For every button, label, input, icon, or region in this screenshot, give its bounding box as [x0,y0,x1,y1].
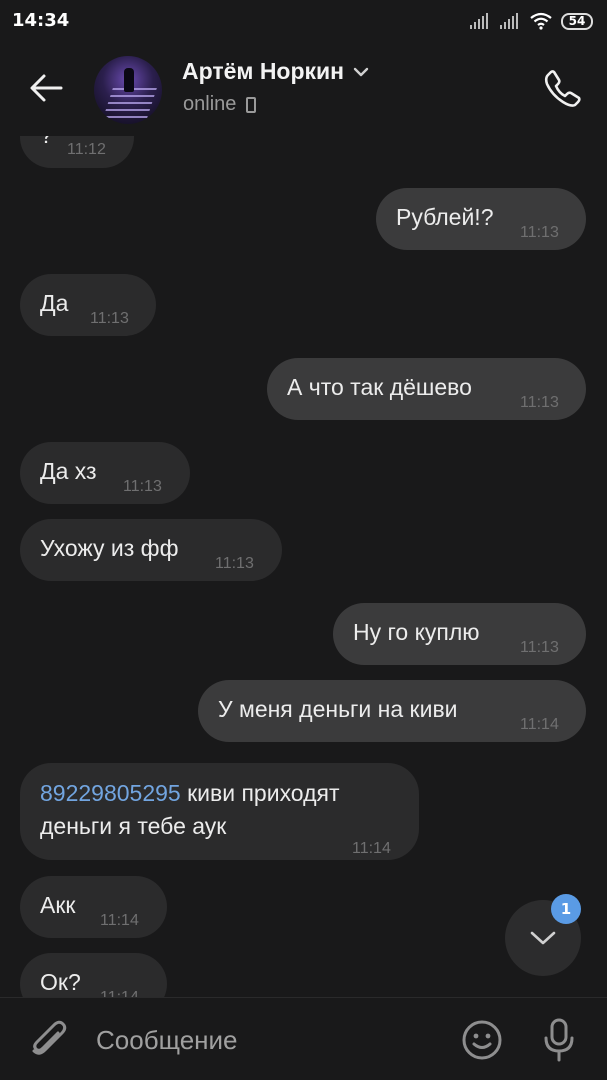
message-text: ? [40,136,53,149]
message-text: У меня деньги на киви [218,696,458,722]
message-text: А что так дёшево [287,374,472,400]
message-incoming[interactable]: Да 11:13 [20,274,156,336]
message-time: 11:14 [100,989,139,997]
online-status: online [183,93,237,115]
signal-icon [470,13,488,29]
message-incoming[interactable]: Акк 11:14 [20,876,167,938]
message-text: Ну го куплю [353,619,480,645]
contact-name[interactable]: Артём Норкин [182,58,370,85]
status-icons: 54 [469,10,593,32]
message-incoming[interactable]: ? 11:12 [20,136,134,168]
status-time: 14:34 [12,10,70,31]
message-text: Да хз [40,458,97,484]
paperclip-icon [32,1020,67,1055]
battery-level: 54 [568,14,586,28]
microphone-icon [544,1018,574,1062]
message-composer [0,997,607,1080]
contact-status: online [183,93,257,116]
message-time: 11:13 [90,310,129,327]
microphone-button[interactable] [537,1016,581,1064]
message-incoming[interactable]: 89229805295 киви приходят деньги я тебе … [20,763,419,860]
attach-button[interactable] [26,1018,70,1062]
chevron-down-icon [353,67,369,76]
message-text: Рублей!? [396,204,494,230]
mobile-device-icon [246,96,257,113]
message-outgoing[interactable]: У меня деньги на киви 11:14 [198,680,586,742]
message-time: 11:12 [67,141,106,158]
phone-number-link[interactable]: 89229805295 [40,780,181,806]
message-time: 11:13 [520,394,559,411]
message-text: Ок? [40,969,81,995]
message-incoming[interactable]: Да хз 11:13 [20,442,190,504]
message-text: Ухожу из фф [40,535,179,561]
status-bar: 14:34 54 [0,0,607,40]
avatar-image [103,88,157,118]
message-outgoing[interactable]: Рублей!? 11:13 [376,188,586,250]
message-time: 11:13 [520,639,559,656]
avatar[interactable] [94,56,162,124]
chat-header: Артём Норкин online [0,40,607,136]
chevron-down-icon [530,931,556,945]
unread-badge: 1 [551,894,581,924]
wifi-icon [530,12,552,30]
signal-icon [500,13,518,29]
message-time: 11:14 [520,716,559,733]
emoji-button[interactable] [460,1018,504,1062]
battery-icon: 54 [561,12,593,30]
message-time: 11:13 [520,224,559,241]
message-time: 11:13 [123,478,162,495]
phone-icon [544,70,581,107]
smiley-icon [462,1020,502,1060]
message-input[interactable] [96,1020,436,1060]
avatar-figure [124,68,134,92]
message-incoming[interactable]: Ок? 11:14 [20,953,167,997]
message-time: 11:14 [352,840,391,857]
message-time: 11:14 [100,912,139,929]
arrow-left-icon [30,74,63,102]
message-text: Да [40,290,69,316]
message-outgoing[interactable]: Ну го куплю 11:13 [333,603,586,665]
message-time: 11:13 [215,555,254,572]
contact-name-text: Артём Норкин [182,58,345,84]
message-text: Акк [40,892,76,918]
message-outgoing[interactable]: А что так дёшево 11:13 [267,358,586,420]
call-button[interactable] [541,66,585,110]
back-button[interactable] [20,64,72,112]
message-incoming[interactable]: Ухожу из фф 11:13 [20,519,282,581]
message-list[interactable]: ? 11:12 Рублей!? 11:13 Да 11:13 А что та… [0,136,607,997]
